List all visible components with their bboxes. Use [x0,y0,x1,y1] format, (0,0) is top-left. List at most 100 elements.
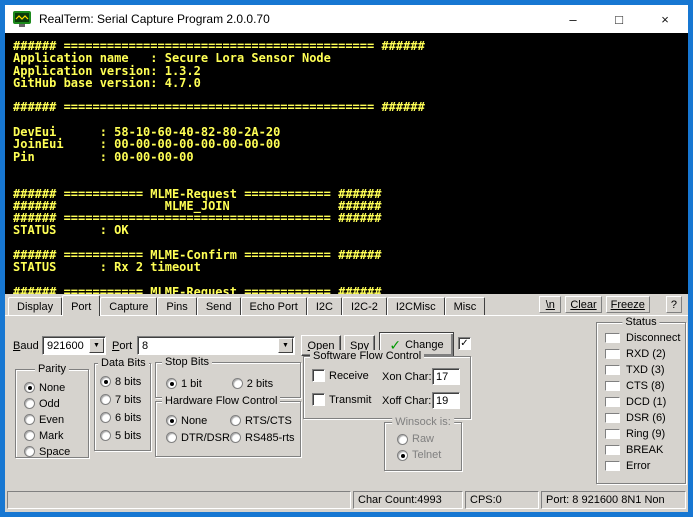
tab-label: Send [206,301,232,313]
xon-char-input[interactable] [432,368,460,385]
status-item: CTS (8) [605,380,680,391]
status-bar: Char Count:4993 CPS:0 Port: 8 921600 8N1… [5,488,688,512]
radio-label: Even [39,414,64,426]
data-bits-radio-option[interactable]: 6 bits [100,410,148,425]
status-item: DCD (1) [605,396,680,407]
freeze-button[interactable]: Freeze [606,296,650,313]
help-button[interactable]: ? [666,296,682,313]
terminal-line [13,88,688,100]
tab[interactable]: Echo Port [241,297,307,315]
hardware-flow-radio-option[interactable]: RTS/CTS [230,413,295,428]
radio-label: 1 bit [181,378,202,390]
parity-radio-option[interactable]: Space [24,444,86,459]
close-button[interactable]: × [642,5,688,33]
tab[interactable]: Capture [100,297,157,315]
parity-radio-option[interactable]: Mark [24,428,86,443]
terminal-output[interactable]: ###### =================================… [5,33,688,294]
stop-bits-radio-option[interactable]: 2 bits [232,376,273,391]
radio-icon [230,432,241,443]
status-led-icon [605,445,620,455]
tab[interactable]: I2C [307,297,342,315]
software-flow-group-title: Software Flow Control [310,350,424,362]
winsock-group-title: Winsock is: [392,416,454,428]
cps-indicator: CPS:0 [465,491,539,509]
radio-icon [24,398,35,409]
tab[interactable]: Display [8,297,62,315]
status-led-icon [605,413,620,423]
hardware-flow-radio-option[interactable]: None [166,413,230,428]
tab-label: Capture [109,301,148,313]
newline-button[interactable]: \n [539,296,561,313]
status-led-icon [605,429,620,439]
tab[interactable]: I2C-2 [342,297,387,315]
receive-checkbox[interactable] [312,369,325,382]
radio-icon [166,415,177,426]
window-inner: RealTerm: Serial Capture Program 2.0.0.7… [5,5,688,512]
status-led-icon [605,333,620,343]
tab[interactable]: Port [62,295,100,316]
transmit-checkbox[interactable] [312,393,325,406]
terminal-line [13,273,688,285]
radio-label: 5 bits [115,430,141,442]
transmit-label: Transmit [329,394,371,406]
parity-radio-option[interactable]: None [24,380,86,395]
port-info: Port: 8 921600 8N1 Non [541,491,686,509]
terminal-line: ###### =========== MLME-Request ========… [13,285,688,294]
terminal-line: Application version: 1.3.2 [13,64,688,76]
tab-label: I2C [316,301,333,313]
radio-label: 8 bits [115,376,141,388]
xoff-char-input[interactable] [432,392,460,409]
radio-icon [24,414,35,425]
radio-label: None [181,415,207,427]
tab[interactable]: Pins [157,297,196,315]
radio-icon [397,434,408,445]
stop-bits-radio-option[interactable]: 1 bit [166,376,202,391]
parity-radio-option[interactable]: Odd [24,396,86,411]
baud-dropdown-arrow-icon[interactable]: ▼ [89,338,104,353]
realterm-app-icon [13,11,31,27]
tab-label: Echo Port [250,301,298,313]
radio-label: Raw [412,433,434,445]
parity-group-title: Parity [35,363,69,375]
hardware-flow-radio-option[interactable]: DTR/DSR [166,430,230,445]
realterm-window: RealTerm: Serial Capture Program 2.0.0.7… [0,0,693,517]
port-dropdown-arrow-icon[interactable]: ▼ [278,338,293,353]
hardware-flow-radio-option[interactable]: RS485-rts [230,430,295,445]
xon-char-label: Xon Char: [382,371,432,383]
tab[interactable]: Misc [445,297,486,315]
radio-label: Telnet [412,449,441,461]
terminal-line: STATUS : OK [13,223,688,235]
radio-icon [24,430,35,441]
status-led-icon [605,365,620,375]
data-bits-radio-option[interactable]: 5 bits [100,428,148,443]
parity-radio-option[interactable]: Even [24,412,86,427]
radio-label: Mark [39,430,63,442]
char-count: Char Count:4993 [353,491,463,509]
data-bits-radio-option[interactable]: 8 bits [100,374,148,389]
receive-label: Receive [329,370,369,382]
port-value: 8 [138,340,278,352]
winsock-radio-option[interactable]: Raw [397,432,459,446]
radio-label: 7 bits [115,394,141,406]
baud-label: Baud [13,340,39,352]
baud-combobox[interactable]: 921600 ▼ [42,336,106,355]
winsock-radio-option[interactable]: Telnet [397,448,459,462]
status-label: DSR (6) [626,412,666,424]
status-item: RXD (2) [605,348,680,359]
radio-icon [232,378,243,389]
clear-button[interactable]: Clear [565,296,601,313]
tab[interactable]: Send [197,297,241,315]
maximize-button[interactable]: □ [596,5,642,33]
status-label: Error [626,460,650,472]
status-item: DSR (6) [605,412,680,423]
data-bits-radio-option[interactable]: 7 bits [100,392,148,407]
port-combobox[interactable]: 8 ▼ [137,336,295,355]
change-checkbox[interactable]: ✓ [458,337,471,350]
radio-label: Space [39,446,70,458]
status-led-icon [605,461,620,471]
tab[interactable]: I2CMisc [387,297,445,315]
terminal-line: ###### =================================… [13,39,688,51]
minimize-button[interactable]: – [550,5,596,33]
terminal-line: STATUS : Rx 2 timeout [13,260,688,272]
radio-label: DTR/DSR [181,432,230,444]
